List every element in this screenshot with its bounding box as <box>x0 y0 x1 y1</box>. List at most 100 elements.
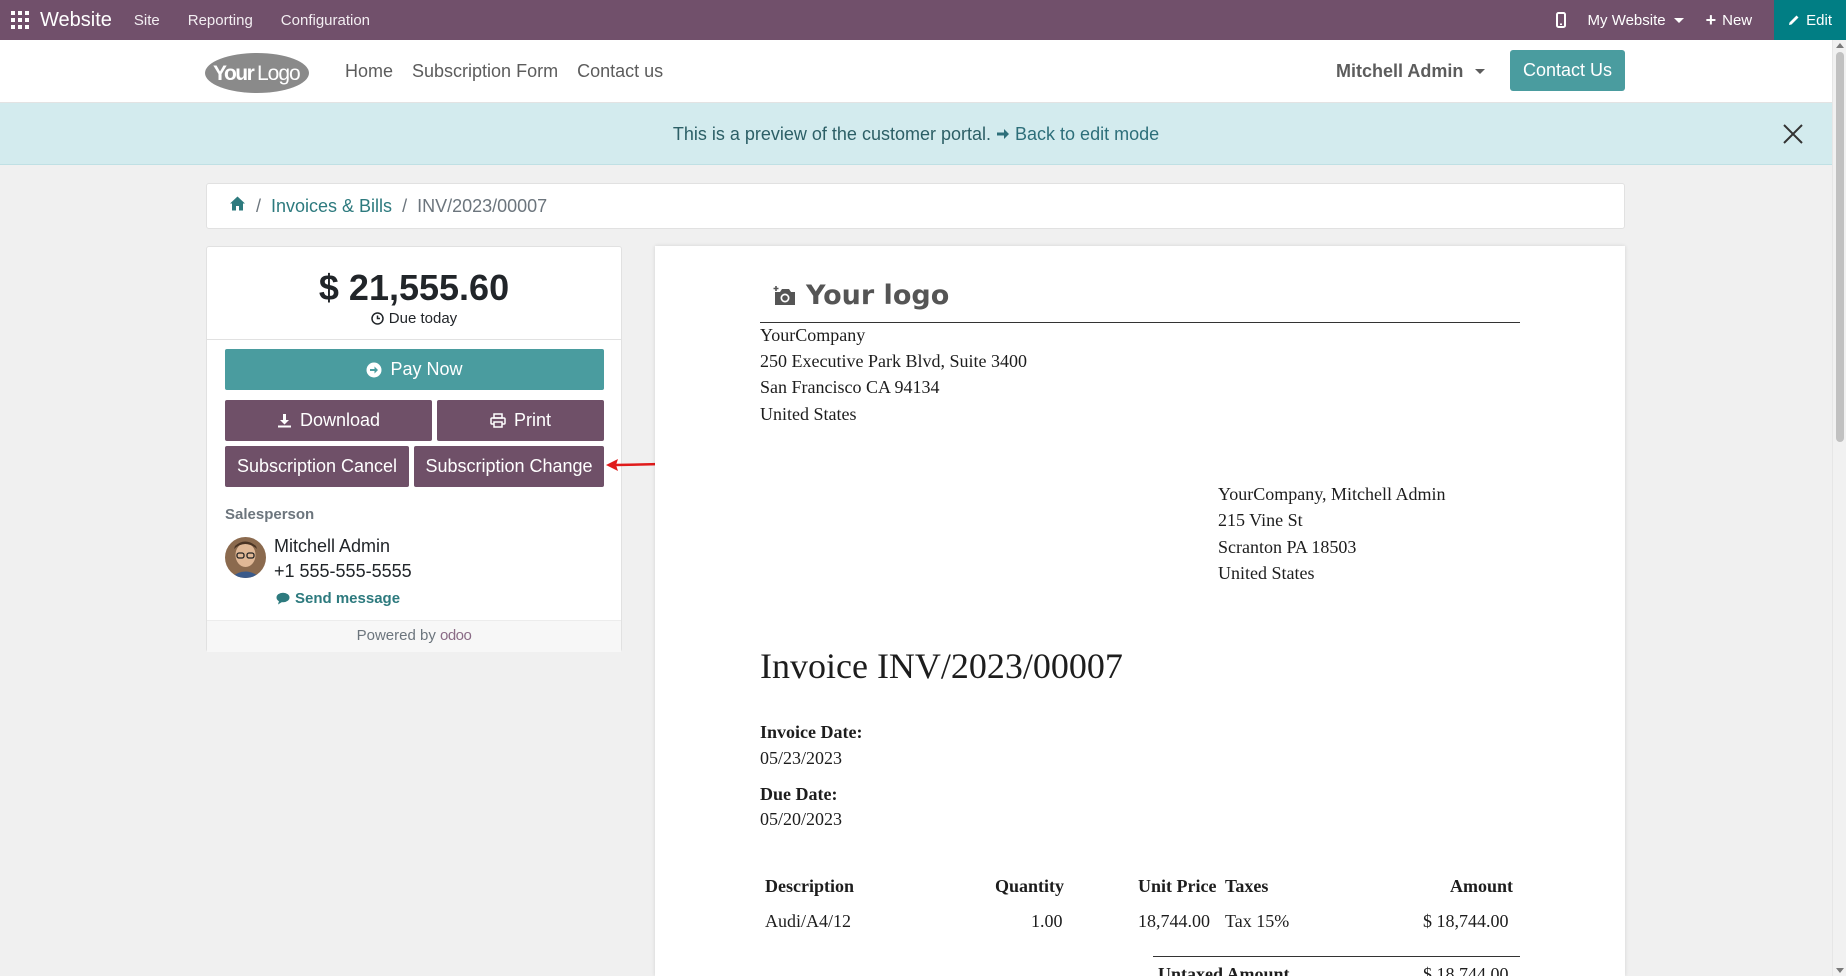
banner-text: This is a preview of the customer portal… <box>672 124 991 144</box>
pay-now-label: Pay Now <box>390 359 463 379</box>
back-to-edit-label: Back to edit mode <box>1015 124 1160 144</box>
totals-rule <box>1153 956 1520 957</box>
website-selector-label: My Website <box>1587 11 1666 29</box>
invoice-title: Invoice INV/2023/00007 <box>760 646 1123 686</box>
print-label: Print <box>513 410 551 430</box>
customer-city: Scranton PA 18503 <box>1218 537 1357 557</box>
app-name[interactable]: Website <box>40 9 112 32</box>
due-date: 05/20/2023 <box>760 809 843 829</box>
portal-preview-banner: This is a preview of the customer portal… <box>0 103 1832 165</box>
powered-by-label: Powered by <box>356 627 436 644</box>
send-message-label: Send message <box>295 590 401 607</box>
edit-label: Edit <box>1806 11 1832 29</box>
admin-navbar: Website Site Reporting Configuration My … <box>0 0 1846 40</box>
download-button[interactable]: Download <box>225 400 432 441</box>
send-message-link[interactable]: Send message <box>276 590 400 607</box>
scroll-down-arrow-icon[interactable] <box>1836 968 1844 973</box>
invoice-logo-text: Your logo <box>806 280 950 311</box>
mobile-preview-icon[interactable] <box>1555 12 1566 28</box>
line-unit-price: 18,744.00 <box>1138 911 1210 931</box>
breadcrumb: / Invoices & Bills / INV/2023/00007 <box>206 183 1625 229</box>
page-scrollbar[interactable] <box>1832 40 1846 976</box>
odoo-logo[interactable]: odoo <box>440 627 472 644</box>
col-description: Description <box>765 876 854 896</box>
due-status: Due today <box>207 310 621 327</box>
customer-street: 215 Vine St <box>1218 510 1303 530</box>
salesperson-phone[interactable]: +1 555-555-5555 <box>274 561 412 582</box>
download-icon <box>277 414 291 428</box>
line-quantity: 1.00 <box>1031 911 1063 931</box>
nav-subscription-form[interactable]: Subscription Form <box>412 61 558 82</box>
website-selector[interactable]: My Website <box>1588 12 1684 29</box>
breadcrumb-separator: / <box>256 195 262 216</box>
pencil-icon <box>1789 15 1799 25</box>
breadcrumb-invoices-bills[interactable]: Invoices & Bills <box>271 196 392 217</box>
chevron-down-icon <box>1475 69 1486 74</box>
company-city: San Francisco CA 94134 <box>760 377 940 397</box>
scroll-up-arrow-icon[interactable] <box>1836 43 1844 48</box>
line-taxes: Tax 15% <box>1225 911 1290 931</box>
user-menu[interactable]: Mitchell Admin <box>1336 61 1486 82</box>
print-button[interactable]: Print <box>437 400 604 441</box>
col-taxes: Taxes <box>1225 876 1269 896</box>
col-amount: Amount <box>1450 876 1514 896</box>
svg-text:Your: Your <box>213 62 255 85</box>
powered-by: Powered by odoo <box>207 620 621 652</box>
breadcrumb-separator: / <box>402 195 408 216</box>
subscription-change-button[interactable]: Subscription Change <box>414 446 604 487</box>
amount-due: $ 21,555.60 <box>318 267 510 308</box>
subscription-cancel-button[interactable]: Subscription Cancel <box>225 446 409 487</box>
salesperson-name: Mitchell Admin <box>274 536 391 556</box>
company-street: 250 Executive Park Blvd, Suite 3400 <box>760 351 1027 371</box>
download-label: Download <box>299 410 381 430</box>
back-to-edit-link[interactable]: Back to edit mode <box>996 124 1159 144</box>
print-icon <box>490 413 506 428</box>
salesperson-label: Salesperson <box>225 506 315 523</box>
company-name: YourCompany <box>760 325 866 345</box>
new-label: New <box>1722 11 1753 29</box>
breadcrumb-current: INV/2023/00007 <box>417 195 548 216</box>
svg-text:Logo: Logo <box>257 62 300 85</box>
camera-icon <box>773 285 795 305</box>
untaxed-amount-label: Untaxed Amount <box>1158 964 1290 976</box>
menu-configuration[interactable]: Configuration <box>281 12 370 29</box>
close-icon[interactable] <box>1782 123 1804 145</box>
customer-name: YourCompany, Mitchell Admin <box>1218 484 1446 504</box>
edit-button[interactable]: Edit <box>1774 0 1846 40</box>
line-amount: $ 18,744.00 <box>1423 911 1509 931</box>
arrow-circle-right-icon <box>366 362 382 377</box>
comments-icon <box>276 592 290 605</box>
site-logo[interactable]: Your Logo <box>204 52 310 94</box>
menu-reporting[interactable]: Reporting <box>188 12 253 29</box>
apps-menu-icon[interactable] <box>0 0 40 40</box>
contact-us-button[interactable]: Contact Us <box>1510 50 1625 91</box>
new-button[interactable]: + New <box>1706 10 1753 31</box>
line-description: Audi/A4/12 <box>765 911 852 931</box>
invoice-date: 05/23/2023 <box>760 748 843 768</box>
invoice-sidebar: $ 21,555.60 Due today Pay Now Download P… <box>206 246 622 652</box>
col-quantity: Quantity <box>995 876 1065 896</box>
website-header: Your Logo Home Subscription Form Contact… <box>0 40 1832 103</box>
company-country: United States <box>760 404 857 424</box>
invoice-date-label: Invoice Date: <box>760 722 863 742</box>
invoice-logo: Your logo <box>772 280 949 311</box>
due-label: Due today <box>388 310 458 327</box>
col-unit-price: Unit Price <box>1138 876 1217 896</box>
chevron-down-icon <box>1673 17 1684 23</box>
divider <box>207 339 621 340</box>
nav-contact-us[interactable]: Contact us <box>577 61 663 82</box>
avatar <box>225 537 266 578</box>
nav-home[interactable]: Home <box>345 61 393 82</box>
scrollbar-thumb[interactable] <box>1836 52 1844 442</box>
user-name: Mitchell Admin <box>1336 61 1464 81</box>
customer-country: United States <box>1218 563 1315 583</box>
plus-icon: + <box>1705 9 1717 30</box>
untaxed-amount-value: $ 18,744.00 <box>1423 964 1509 976</box>
menu-site[interactable]: Site <box>134 12 160 29</box>
due-date-label: Due Date: <box>760 784 838 804</box>
clock-icon <box>371 312 384 325</box>
pay-now-button[interactable]: Pay Now <box>225 349 604 390</box>
arrow-right-icon <box>997 129 1010 139</box>
header-rule <box>760 322 1520 323</box>
home-icon[interactable] <box>229 195 246 217</box>
